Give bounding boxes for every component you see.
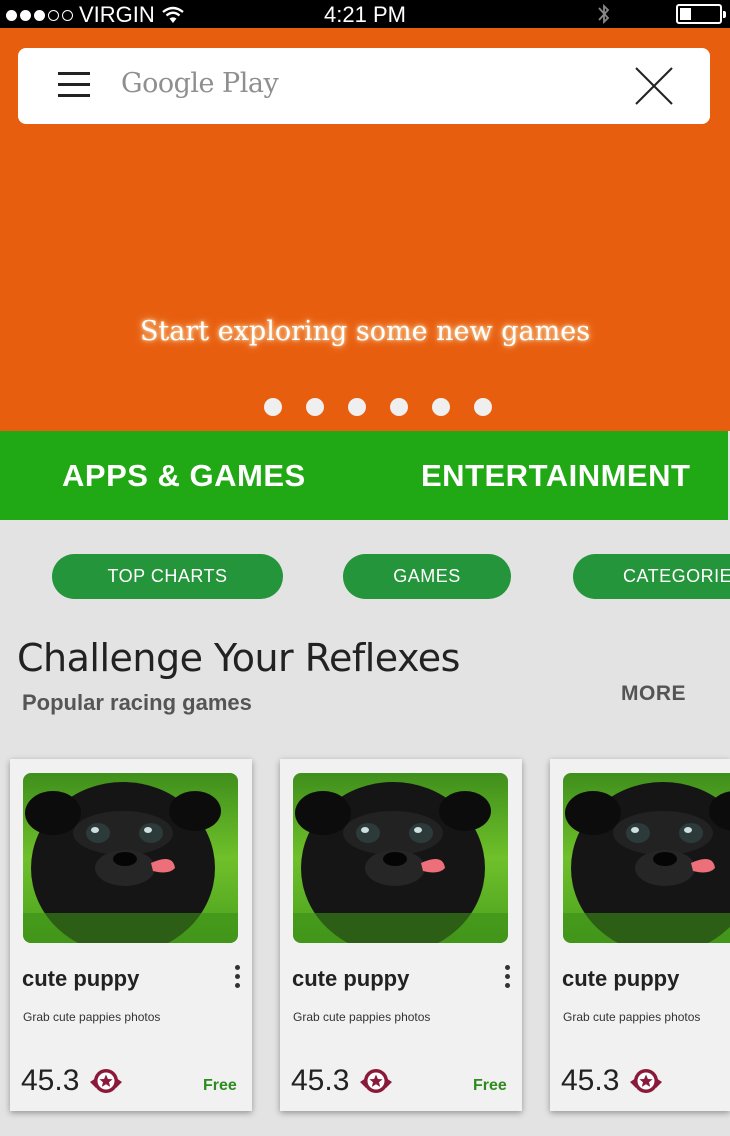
app-thumbnail — [23, 773, 238, 943]
app-rating: 45.3 — [561, 1064, 620, 1097]
app-name: cute puppy — [22, 966, 140, 991]
battery-icon — [676, 4, 726, 24]
app-name: cute puppy — [562, 966, 680, 991]
carousel-dot[interactable] — [348, 398, 366, 416]
app-rating: 45.3 — [291, 1064, 350, 1097]
search-input[interactable]: Google Play — [121, 68, 279, 99]
categories-button[interactable]: CATEGORIES — [573, 554, 730, 599]
app-thumbnail — [293, 773, 508, 943]
app-card[interactable]: cute puppy Grab cute pappies photos 45.3… — [10, 759, 252, 1111]
main-tabs: APPS & GAMES ENTERTAINMENT — [0, 431, 728, 520]
carousel-dot[interactable] — [390, 398, 408, 416]
app-name: cute puppy — [292, 966, 410, 991]
app-description: Grab cute pappies photos — [23, 1010, 161, 1024]
app-description: Grab cute pappies photos — [293, 1010, 431, 1024]
clock: 4:21 PM — [324, 2, 406, 27]
search-bar[interactable]: Google Play — [18, 48, 710, 124]
top-charts-button[interactable]: TOP CHARTS — [52, 554, 283, 599]
tab-entertainment[interactable]: ENTERTAINMENT — [421, 431, 690, 520]
app-rating: 45.3 — [21, 1064, 80, 1097]
app-thumbnail — [563, 773, 730, 943]
app-price: Free — [203, 1077, 237, 1094]
more-link[interactable]: MORE — [621, 682, 686, 706]
carousel-dot[interactable] — [306, 398, 324, 416]
bluetooth-icon — [598, 3, 610, 25]
app-card[interactable]: cute puppy Grab cute pappies photos 45.3… — [280, 759, 522, 1111]
close-icon[interactable] — [632, 64, 676, 108]
section-subtitle: Popular racing games — [22, 690, 252, 715]
app-description: Grab cute pappies photos — [563, 1010, 701, 1024]
hero-tagline: Start exploring some new games — [139, 316, 591, 347]
hero-banner[interactable]: Google Play Start exploring some new gam… — [0, 28, 730, 431]
games-button[interactable]: GAMES — [343, 554, 511, 599]
app-card[interactable]: cute puppy Grab cute pappies photos 45.3 — [550, 759, 730, 1111]
carousel-dot[interactable] — [264, 398, 282, 416]
app-price: Free — [473, 1077, 507, 1094]
more-options-icon[interactable] — [500, 965, 514, 993]
award-star-icon — [628, 1066, 664, 1096]
section-title: Challenge Your Reflexes — [17, 636, 460, 680]
carousel-dot[interactable] — [474, 398, 492, 416]
carousel-dot[interactable] — [432, 398, 450, 416]
hamburger-menu-icon[interactable] — [58, 72, 90, 100]
award-star-icon — [88, 1066, 124, 1096]
tab-apps-games[interactable]: APPS & GAMES — [62, 431, 306, 520]
carousel-indicators — [264, 398, 492, 416]
award-star-icon — [358, 1066, 394, 1096]
more-options-icon[interactable] — [230, 965, 244, 993]
status-bar: VIRGIN 4:21 PM — [0, 0, 730, 28]
